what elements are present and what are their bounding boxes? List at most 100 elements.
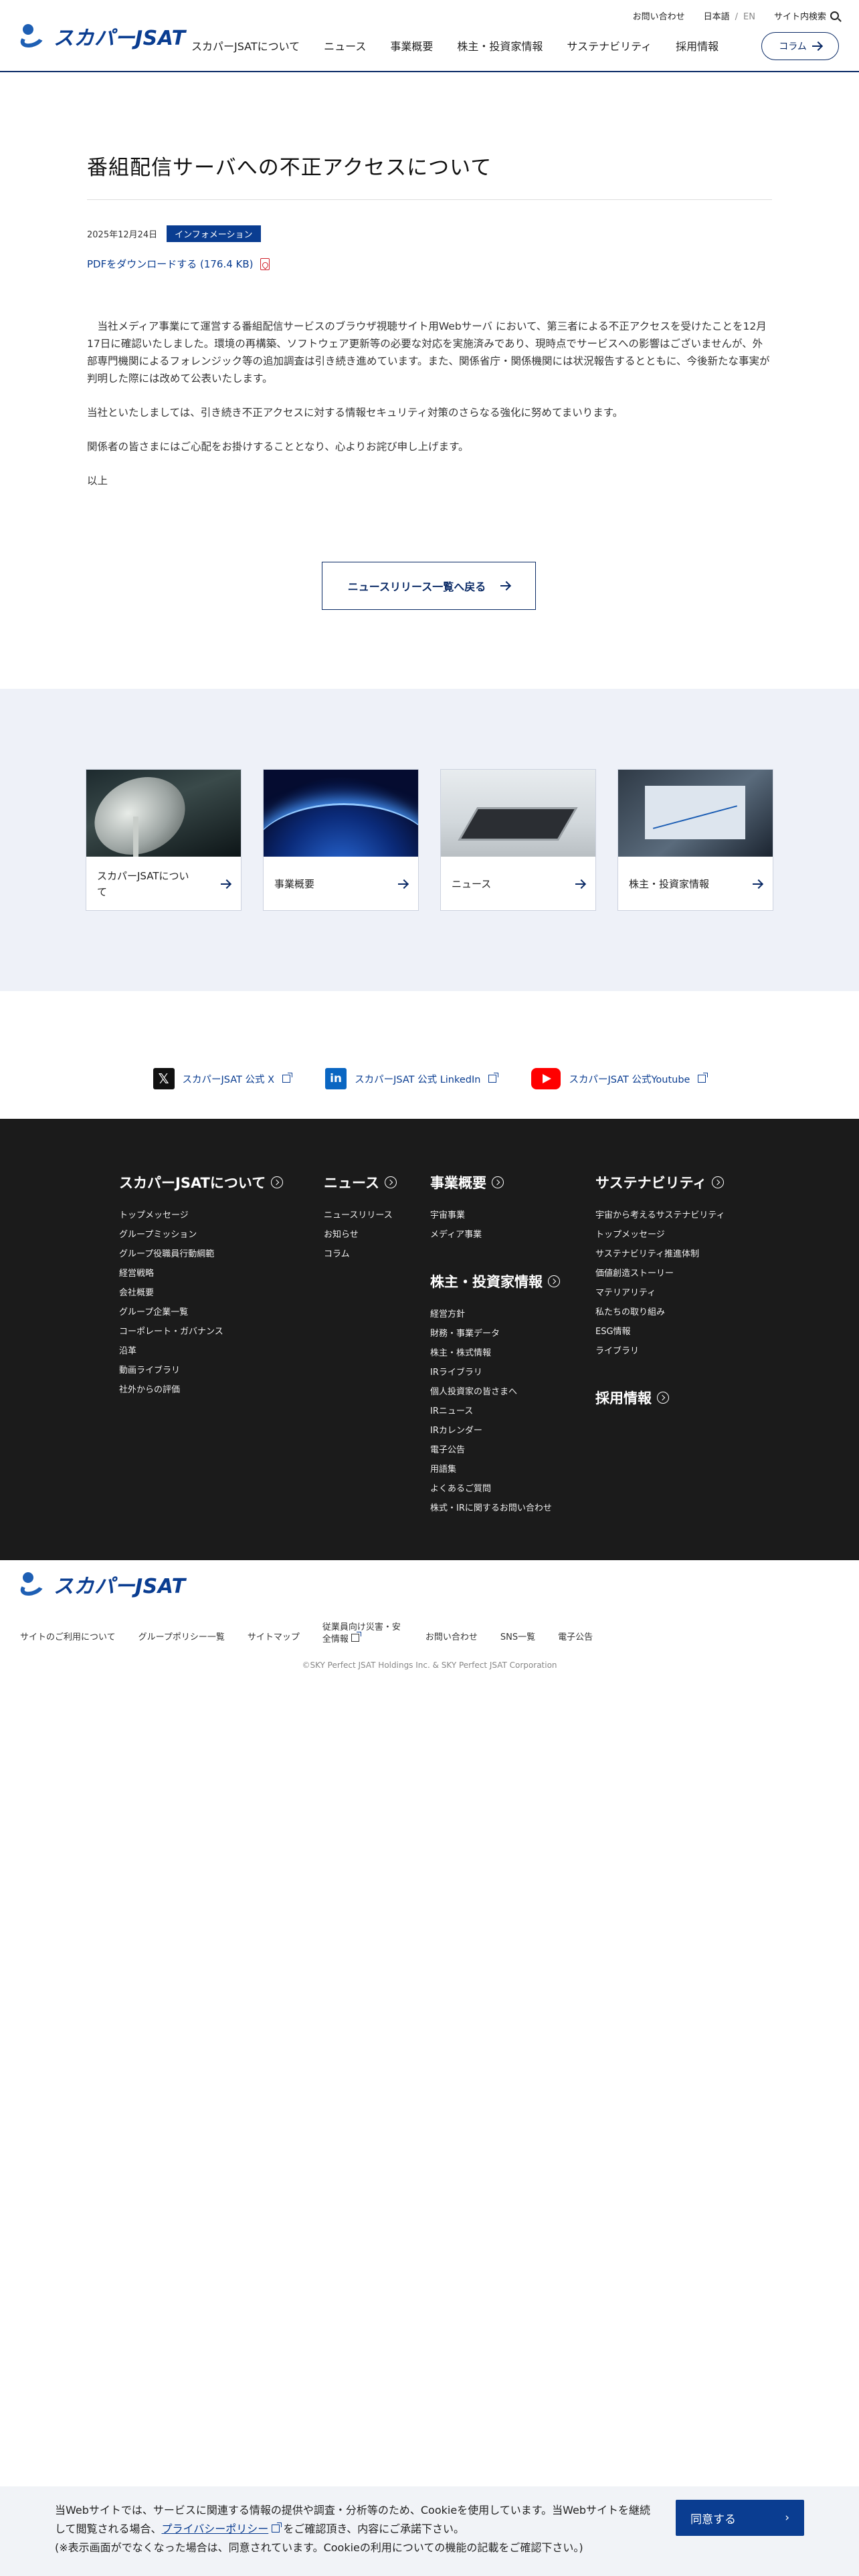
footer-heading-business[interactable]: 事業概要	[430, 1172, 560, 1192]
footer-logo[interactable]: スカパーJSAT	[18, 1570, 186, 1599]
privacy-policy-link[interactable]: プライバシーポリシー	[162, 2523, 269, 2535]
article-meta: 2025年12月24日 インフォメーション	[87, 225, 772, 242]
footer-link[interactable]: コーポレート・ガバナンス	[119, 1322, 283, 1341]
footer-heading-label: 株主・投資家情報	[430, 1274, 543, 1290]
footer-link[interactable]: 動画ライブラリ	[119, 1361, 283, 1380]
footer-link[interactable]: お知らせ	[324, 1225, 397, 1245]
footer-link[interactable]: グループミッション	[119, 1225, 283, 1245]
footer-heading-news[interactable]: ニュース	[324, 1172, 397, 1192]
nav-item-business[interactable]: 事業概要	[390, 37, 433, 53]
footer-link[interactable]: 宇宙事業	[430, 1206, 560, 1225]
footer-link[interactable]: ライブラリ	[595, 1341, 725, 1361]
logo-text: スカパーJSAT	[54, 27, 186, 50]
related-links-section: スカパーJSATについて 事業概要 ニュース 株主・投資家情報	[0, 689, 859, 991]
footer-link[interactable]: マテリアリティ	[595, 1283, 725, 1303]
site-logo[interactable]: スカパーJSAT	[18, 21, 186, 51]
footer-link[interactable]: よくあるご質問	[430, 1479, 560, 1499]
arrow-right-icon	[812, 45, 822, 47]
lang-ja-link[interactable]: 日本語	[704, 12, 730, 22]
tablet-image	[441, 770, 595, 857]
footer-link[interactable]: IRニュース	[430, 1402, 560, 1421]
article-paragraph: 関係者の皆さまにはご心配をお掛けすることとなり、心よりお詫び申し上げます。	[87, 441, 469, 453]
footer-link[interactable]: 個人投資家の皆さまへ	[430, 1382, 560, 1402]
footer-heading-about[interactable]: スカパーJSATについて	[119, 1172, 284, 1192]
nav-item-recruit[interactable]: 採用情報	[676, 37, 719, 53]
column-button[interactable]: コラム	[761, 32, 839, 60]
footer-heading-label: ニュース	[324, 1175, 379, 1191]
cookie-agree-label: 同意する	[690, 2512, 736, 2527]
footer-link[interactable]: トップメッセージ	[119, 1206, 283, 1225]
youtube-icon	[531, 1068, 561, 1089]
language-switch: 日本語 / EN	[704, 9, 755, 22]
footer-link[interactable]: IRカレンダー	[430, 1421, 560, 1440]
footer-link[interactable]: 株式・IRに関するお問い合わせ	[430, 1499, 560, 1518]
contact-link[interactable]: お問い合わせ	[633, 9, 685, 22]
footer-link[interactable]: 財務・事業データ	[430, 1324, 560, 1344]
footer-link[interactable]: 社外からの評価	[119, 1380, 283, 1400]
logo-mark-icon	[18, 1571, 50, 1599]
card-news[interactable]: ニュース	[440, 769, 596, 911]
footer-link[interactable]: コラム	[324, 1245, 397, 1264]
footer-link[interactable]: 価値創造ストーリー	[595, 1264, 725, 1283]
footer-link-sitemap[interactable]: サイトマップ	[248, 1630, 300, 1642]
footer-heading-ir[interactable]: 株主・投資家情報	[430, 1271, 560, 1291]
cookie-text-3: (※表示画面がでなくなった場合は、同意されています。Cookieの利用についての…	[55, 2541, 583, 2554]
footer-link[interactable]: 電子公告	[430, 1440, 560, 1460]
nav-item-sustainability[interactable]: サステナビリティ	[567, 37, 652, 53]
footer-link[interactable]: グループ役職員行動綱範	[119, 1245, 283, 1264]
circle-arrow-icon	[271, 1176, 284, 1188]
social-x-link[interactable]: 𝕏 スカパーJSAT 公式 X	[153, 1068, 293, 1089]
footer-heading-recruit[interactable]: 採用情報	[595, 1388, 725, 1408]
footer-link[interactable]: ニュースリリース	[324, 1206, 397, 1225]
footer-link-contact[interactable]: お問い合わせ	[425, 1630, 478, 1642]
card-ir[interactable]: 株主・投資家情報	[617, 769, 773, 911]
footer-link[interactable]: 用語集	[430, 1460, 560, 1479]
circle-arrow-icon	[492, 1176, 504, 1188]
footer-link[interactable]: ESG情報	[595, 1322, 725, 1341]
footer-link-public-notice[interactable]: 電子公告	[558, 1630, 593, 1642]
footer-link[interactable]: 経営方針	[430, 1305, 560, 1324]
external-link-icon	[488, 1073, 499, 1083]
footer-link[interactable]: IRライブラリ	[430, 1363, 560, 1382]
footer-link[interactable]: トップメッセージ	[595, 1225, 725, 1245]
earth-image	[264, 770, 418, 857]
lang-en-link[interactable]: EN	[743, 12, 755, 22]
footer-col-about: スカパーJSATについて トップメッセージ グループミッション グループ役職員行…	[119, 1172, 284, 1400]
chevron-right-icon: ›	[785, 2511, 789, 2525]
card-about[interactable]: スカパーJSATについて	[86, 769, 242, 911]
logo-text: スカパーJSAT	[54, 1575, 186, 1598]
footer-link-terms[interactable]: サイトのご利用について	[20, 1630, 116, 1642]
cookie-text-2: をご確認頂き、内容にご承諾下さい。	[283, 2523, 464, 2535]
nav-item-ir[interactable]: 株主・投資家情報	[457, 37, 543, 53]
pdf-download-link[interactable]: PDFをダウンロードする (176.4 KB)	[87, 257, 772, 271]
column-button-label: コラム	[779, 41, 807, 52]
footer-heading-label: サステナビリティ	[595, 1175, 707, 1191]
footer-link[interactable]: 私たちの取り組み	[595, 1303, 725, 1322]
social-label: スカパーJSAT 公式 X	[182, 1074, 275, 1085]
social-label: スカパーJSAT 公式 LinkedIn	[355, 1074, 481, 1085]
footer-link[interactable]: 沿革	[119, 1341, 283, 1361]
footer-heading-sustainability[interactable]: サステナビリティ	[595, 1172, 725, 1192]
site-search-button[interactable]: サイト内検索	[774, 9, 839, 22]
footer-link[interactable]: 経営戦略	[119, 1264, 283, 1283]
social-youtube-link[interactable]: スカパーJSAT 公式Youtube	[531, 1068, 708, 1089]
footer-link-policies[interactable]: グループポリシー一覧	[138, 1630, 225, 1642]
footer-link[interactable]: グループ企業一覧	[119, 1303, 283, 1322]
x-icon: 𝕏	[153, 1068, 175, 1089]
footer-link[interactable]: サステナビリティ推進体制	[595, 1245, 725, 1264]
cookie-agree-button[interactable]: 同意する ›	[676, 2500, 804, 2536]
social-label: スカパーJSAT 公式Youtube	[569, 1074, 690, 1085]
footer-link[interactable]: 株主・株式情報	[430, 1344, 560, 1363]
nav-item-about[interactable]: スカパーJSATについて	[191, 37, 300, 53]
footer-link-sns[interactable]: SNS一覧	[500, 1630, 535, 1642]
footer-link[interactable]: 会社概要	[119, 1283, 283, 1303]
footer-heading-label: 採用情報	[595, 1390, 652, 1406]
footer-link[interactable]: 宇宙から考えるサステナビリティ	[595, 1206, 725, 1225]
social-linkedin-link[interactable]: in スカパーJSAT 公式 LinkedIn	[325, 1068, 499, 1089]
footer-link-employee-safety[interactable]: 従業員向け災害・安全情報	[322, 1622, 403, 1646]
back-to-news-list-button[interactable]: ニュースリリース一覧へ戻る	[322, 562, 536, 610]
external-link-icon	[351, 1632, 362, 1642]
nav-item-news[interactable]: ニュース	[324, 37, 366, 53]
card-business[interactable]: 事業概要	[263, 769, 419, 911]
footer-link[interactable]: メディア事業	[430, 1225, 560, 1245]
